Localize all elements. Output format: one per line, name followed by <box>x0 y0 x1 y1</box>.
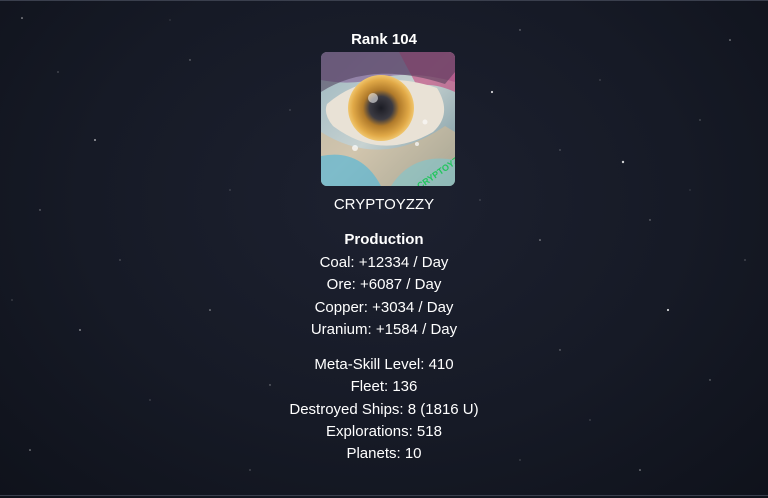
eye-artwork-image: CRYPTOYZZY <box>321 52 455 186</box>
rank-label: Rank 104 <box>351 31 417 48</box>
production-coal: Coal: +12334 / Day <box>319 254 449 271</box>
player-stats-list: Meta-Skill Level: 410 Fleet: 136 Destroy… <box>0 354 768 465</box>
player-username: CRYPTOYZZY <box>333 196 435 213</box>
top-divider <box>0 0 768 1</box>
bottom-divider <box>0 495 768 496</box>
stat-explorations: Explorations: 518 <box>326 422 442 440</box>
production-uranium: Uranium: +1584 / Day <box>310 320 458 338</box>
production-ore: Ore: +6087 / Day <box>326 276 442 294</box>
player-avatar[interactable]: CRYPTOYZZY <box>321 52 455 186</box>
stat-destroyed-ships: Destroyed Ships: 8 (1816 U) <box>289 400 479 418</box>
production-heading: Production <box>344 231 424 248</box>
production-list: Coal: +12334 / Day Ore: +6087 / Day Copp… <box>0 252 768 341</box>
stat-fleet: Fleet: 136 <box>350 378 418 396</box>
production-copper: Copper: +3034 / Day <box>314 298 454 316</box>
stat-meta-skill-level: Meta-Skill Level: 410 <box>314 356 454 373</box>
stat-planets: Planets: 10 <box>346 445 422 463</box>
